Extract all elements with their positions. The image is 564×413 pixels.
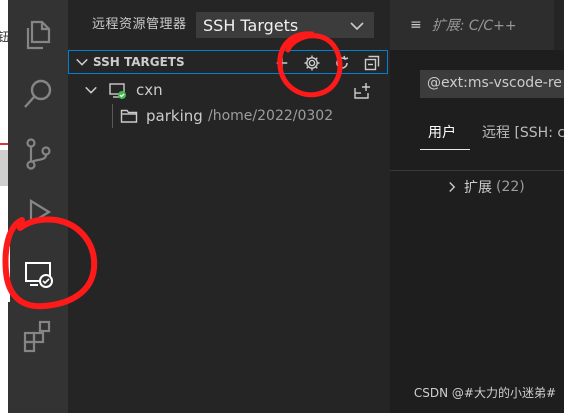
tab-label: 扩展: C/C++	[431, 18, 517, 34]
installed-label: 扩展	[464, 180, 492, 196]
active-tab-indicator	[420, 149, 470, 150]
search-icon	[24, 79, 52, 108]
remote-target-value: SSH Targets	[203, 15, 299, 35]
tab-user[interactable]: 用户	[428, 122, 456, 142]
remote-folder-row[interactable]: parking /home/2022/0302	[68, 105, 390, 129]
gear-icon	[304, 55, 320, 71]
extension-search-input[interactable]: @ext:ms-vscode-remote.remote-ssh	[420, 70, 564, 98]
installed-extensions-row[interactable]: 扩展 (22)	[446, 176, 525, 198]
collapse-all-icon	[364, 55, 380, 71]
files-icon	[26, 20, 51, 50]
remote-connected-icon	[109, 83, 126, 99]
editor-area: ≡ 扩展: C/C++ @ext:ms-vscode-remote.remote…	[390, 0, 564, 413]
chevron-down-icon	[85, 86, 97, 94]
background-window-edge: 钮	[0, 0, 10, 413]
tab-remote[interactable]: 远程 [SSH: cxn]	[482, 122, 564, 142]
connect-new-window-button[interactable]	[351, 80, 373, 102]
source-control-icon	[26, 138, 51, 170]
activity-bar	[8, 0, 68, 413]
sidebar-title: 远程资源管理器	[92, 16, 187, 32]
watermark: CSDN @#大力的小迷弟#	[413, 386, 556, 400]
chevron-down-icon	[76, 58, 88, 66]
collapse-all-button[interactable]	[361, 52, 383, 74]
configure-ssh-button[interactable]	[301, 52, 323, 74]
activity-source-control[interactable]	[8, 126, 68, 182]
activity-search[interactable]	[8, 66, 68, 122]
extension-scope-tabs: 用户 远程 [SSH: cxn]	[420, 116, 564, 150]
ssh-targets-section-header[interactable]: SSH TARGETS	[68, 50, 388, 74]
run-debug-icon	[29, 199, 52, 225]
installed-count: (22)	[496, 179, 525, 195]
ssh-host-label: cxn	[136, 81, 163, 99]
activity-explorer[interactable]	[8, 7, 68, 63]
chevron-down-icon	[350, 22, 364, 31]
refresh-icon	[336, 55, 349, 69]
extensions-icon	[23, 320, 51, 353]
chevron-right-icon	[449, 182, 456, 192]
divider	[390, 170, 564, 171]
activity-extensions[interactable]	[8, 308, 68, 364]
folder-path: /home/2022/0302	[208, 108, 334, 124]
ssh-host-row[interactable]: cxn	[68, 79, 390, 103]
editor-tab-bar: ≡ 扩展: C/C++	[390, 0, 564, 50]
folder-label: parking	[146, 107, 203, 125]
folder-icon	[120, 109, 138, 123]
section-title: SSH TARGETS	[93, 55, 185, 69]
activity-run-debug[interactable]	[8, 184, 68, 240]
background-window-panel	[0, 150, 8, 186]
background-window-mark	[0, 143, 8, 145]
remote-target-select[interactable]: SSH Targets	[196, 12, 374, 38]
refresh-button[interactable]	[331, 52, 353, 74]
add-ssh-host-button[interactable]	[271, 52, 293, 74]
activity-remote-explorer[interactable]	[8, 246, 68, 302]
add-icon	[276, 57, 288, 69]
new-window-icon	[354, 83, 370, 99]
remote-explorer-sidebar: 远程资源管理器 SSH Targets SSH TARGETS cxn park…	[68, 0, 390, 413]
remote-explorer-icon	[25, 262, 53, 288]
tab-extension-cpp[interactable]: ≡ 扩展: C/C++	[390, 0, 554, 50]
preview-icon: ≡	[410, 17, 422, 33]
